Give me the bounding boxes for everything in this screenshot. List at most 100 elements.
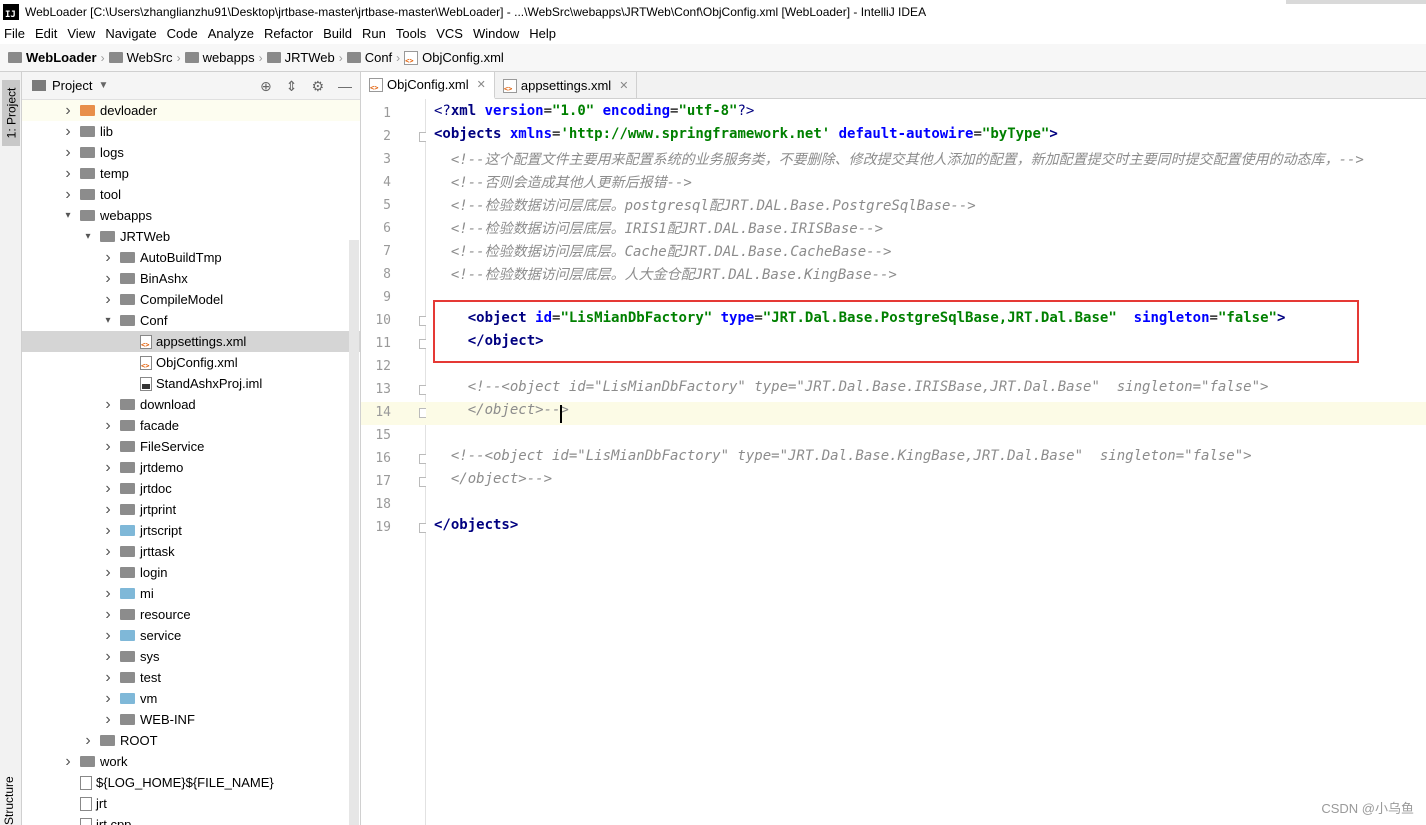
tree-item[interactable]: › sys [22,646,360,667]
structure-tool-tab[interactable]: Structure [2,776,16,825]
tree-scrollbar[interactable] [349,240,359,825]
chevron-right-icon[interactable]: › [102,585,114,603]
chevron-down-icon[interactable]: ▾ [82,231,94,242]
menu-item-build[interactable]: Build [323,26,352,41]
chevron-down-icon[interactable]: ▾ [102,315,114,326]
breadcrumb-item[interactable]: JRTWeb › [266,50,343,65]
chevron-right-icon[interactable]: › [62,144,74,162]
chevron-right-icon[interactable]: › [102,480,114,498]
breadcrumb-item[interactable]: WebLoader › [8,50,105,65]
breadcrumb-item[interactable]: Conf › [346,50,400,65]
tree-item[interactable]: › ROOT [22,730,360,751]
chevron-right-icon[interactable]: › [102,627,114,645]
chevron-right-icon[interactable]: › [102,564,114,582]
menu-item-refactor[interactable]: Refactor [264,26,313,41]
tree-item[interactable]: ›jrt.cpp [22,814,360,825]
chevron-right-icon[interactable]: › [62,123,74,141]
breadcrumb-item[interactable]: ObjConfig.xml [404,50,504,65]
close-icon[interactable]: ✕ [619,79,628,92]
tree-item[interactable]: ›ObjConfig.xml [22,352,360,373]
menu-item-navigate[interactable]: Navigate [105,26,156,41]
menu-item-file[interactable]: File [4,26,25,41]
tree-item[interactable]: › CompileModel [22,289,360,310]
chevron-right-icon[interactable]: › [102,606,114,624]
tree-item[interactable]: › jrtdoc [22,478,360,499]
menu-item-analyze[interactable]: Analyze [208,26,254,41]
breadcrumb-item[interactable]: WebSrc › [108,50,181,65]
menu-item-view[interactable]: View [67,26,95,41]
close-icon[interactable]: ✕ [477,78,486,91]
tree-item[interactable]: › facade [22,415,360,436]
tree-item[interactable]: ▾ webapps [22,205,360,226]
chevron-right-icon[interactable]: › [102,438,114,456]
menu-item-window[interactable]: Window [473,26,519,41]
tree-item[interactable]: › temp [22,163,360,184]
tab-objconfig-xml[interactable]: ObjConfig.xml ✕ [361,72,495,99]
code-editor[interactable]: <?xml version="1.0" encoding="utf-8"?> <o… [426,99,1426,825]
tree-item[interactable]: › login [22,562,360,583]
chevron-right-icon[interactable]: › [102,669,114,687]
chevron-right-icon[interactable]: › [102,417,114,435]
tree-item[interactable]: ›appsettings.xml [22,331,360,352]
window-controls[interactable] [1286,0,1426,4]
tree-item[interactable]: › jrtdemo [22,457,360,478]
project-tool-tab[interactable]: 1: Project [2,80,20,146]
tree-item[interactable]: › AutoBuildTmp [22,247,360,268]
chevron-right-icon[interactable]: › [102,522,114,540]
chevron-right-icon[interactable]: › [102,291,114,309]
tree-item[interactable]: › test [22,667,360,688]
chevron-right-icon[interactable]: › [62,753,74,771]
tree-item[interactable]: › WEB-INF [22,709,360,730]
tree-item[interactable]: ›StandAshxProj.iml [22,373,360,394]
folder-icon [120,315,135,326]
chevron-down-icon[interactable]: ▾ [62,210,74,221]
intellij-icon: IJ [3,3,19,20]
chevron-right-icon[interactable]: › [102,648,114,666]
tree-item[interactable]: ›jrt [22,793,360,814]
tree-item[interactable]: › jrtscript [22,520,360,541]
chevron-right-icon[interactable]: › [102,690,114,708]
collapse-all-icon[interactable]: ⇕ [286,78,298,95]
tree-item[interactable]: › logs [22,142,360,163]
menu-item-tools[interactable]: Tools [396,26,426,41]
tree-item[interactable]: › service [22,625,360,646]
chevron-right-icon[interactable]: › [62,186,74,204]
gear-icon[interactable]: ⚙ [311,78,324,95]
tree-item[interactable]: › download [22,394,360,415]
menu-item-help[interactable]: Help [529,26,556,41]
tree-item[interactable]: › work [22,751,360,772]
tree-item[interactable]: › resource [22,604,360,625]
chevron-right-icon[interactable]: › [62,165,74,183]
tree-item[interactable]: › vm [22,688,360,709]
chevron-down-icon[interactable]: ▼ [98,80,108,91]
chevron-right-icon[interactable]: › [102,270,114,288]
menu-item-run[interactable]: Run [362,26,386,41]
tree-item[interactable]: › FileService [22,436,360,457]
tree-item[interactable]: › lib [22,121,360,142]
chevron-right-icon[interactable]: › [82,732,94,750]
hide-icon[interactable]: — [338,78,352,95]
tree-item[interactable]: › mi [22,583,360,604]
tree-item[interactable]: ▾ JRTWeb [22,226,360,247]
chevron-right-icon[interactable]: › [102,543,114,561]
chevron-right-icon[interactable]: › [102,711,114,729]
tree-item[interactable]: › devloader [22,100,360,121]
chevron-right-icon[interactable]: › [102,396,114,414]
tree-item[interactable]: › jrtprint [22,499,360,520]
breadcrumb-item[interactable]: webapps › [184,50,263,65]
chevron-right-icon[interactable]: › [102,459,114,477]
menu-item-vcs[interactable]: VCS [436,26,463,41]
tree-item[interactable]: › BinAshx [22,268,360,289]
menu-item-code[interactable]: Code [167,26,198,41]
chevron-right-icon[interactable]: › [62,102,74,120]
menu-item-edit[interactable]: Edit [35,26,57,41]
chevron-right-icon[interactable]: › [102,249,114,267]
tree-item[interactable]: ›${LOG_HOME}${FILE_NAME} [22,772,360,793]
chevron-right-icon[interactable]: › [102,501,114,519]
locate-icon[interactable]: ⊕ [260,78,272,95]
tree-item[interactable]: › jrttask [22,541,360,562]
tree-item[interactable]: › tool [22,184,360,205]
tree-item[interactable]: ▾ Conf [22,310,360,331]
project-view-selector[interactable]: Project [52,78,92,93]
tab-appsettings-xml[interactable]: appsettings.xml ✕ [495,72,638,99]
